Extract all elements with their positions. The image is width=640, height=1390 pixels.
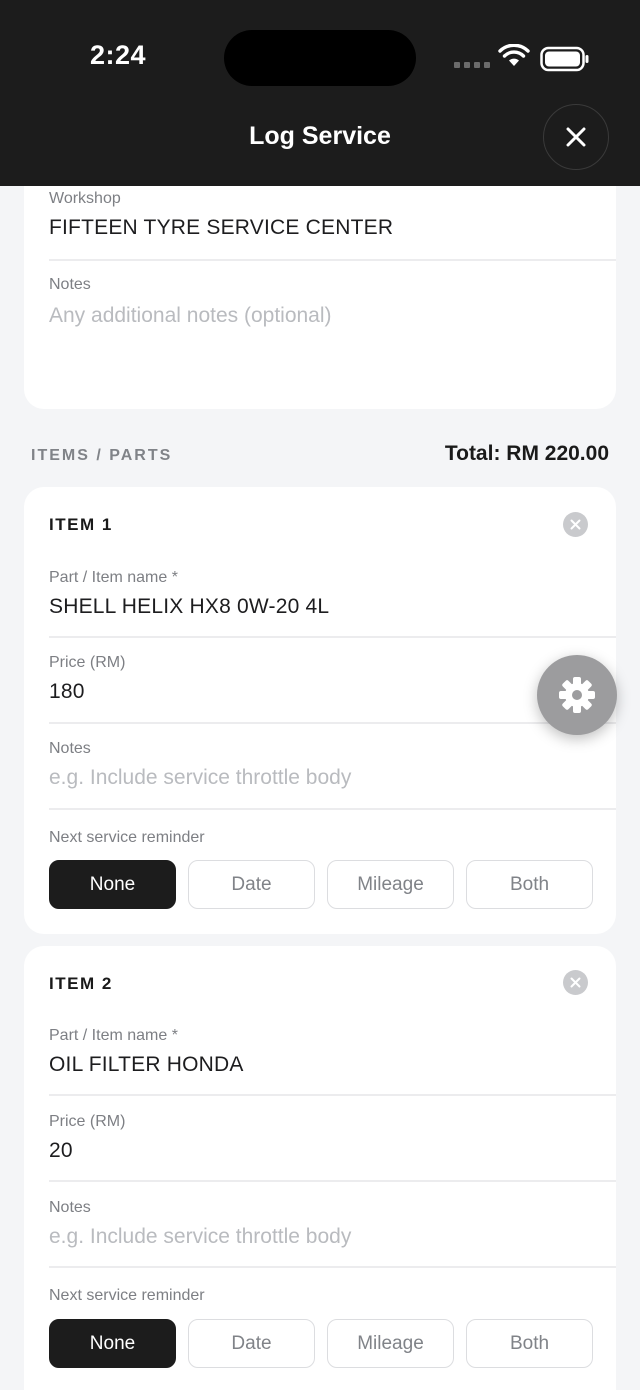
battery-icon — [540, 46, 589, 72]
divider — [49, 722, 616, 724]
notes-label: Notes — [49, 276, 91, 293]
reminder-option-mileage[interactable]: Mileage — [327, 1319, 454, 1368]
item-notes-label: Notes — [49, 740, 91, 757]
item-title: ITEM 2 — [49, 974, 113, 993]
items-total: Total: RM 220.00 — [444, 442, 609, 465]
price-label: Price (RM) — [49, 1113, 126, 1130]
item-notes-input[interactable]: e.g. Include service throttle body — [49, 766, 616, 790]
item-card: ITEM 2 Part / Item name * OIL FILTER HON… — [24, 946, 616, 1390]
wifi-icon — [498, 44, 530, 66]
item-notes-label: Notes — [49, 1199, 91, 1216]
close-button[interactable] — [543, 104, 609, 170]
notes-field[interactable]: Notes Any additional notes (optional) — [49, 276, 616, 328]
divider — [49, 636, 616, 638]
reminder-option-none[interactable]: None — [49, 1319, 176, 1368]
part-name-label: Part / Item name * — [49, 569, 178, 586]
status-time: 2:24 — [90, 40, 147, 70]
item-card: ITEM 1 Part / Item name * SHELL HELIX HX… — [24, 487, 616, 934]
close-circle-icon — [570, 977, 581, 988]
notes-input[interactable]: Any additional notes (optional) — [49, 304, 616, 328]
gear-icon — [559, 677, 595, 713]
item-title: ITEM 1 — [49, 515, 113, 534]
workshop-field[interactable]: Workshop FIFTEEN TYRE SERVICE CENTER — [49, 190, 616, 240]
reminder-segmented-control: None Date Mileage Both — [49, 1319, 593, 1368]
close-circle-icon — [570, 519, 581, 530]
price-field[interactable]: Price (RM) 180 — [49, 654, 616, 704]
divider — [49, 1180, 616, 1182]
items-section-label: ITEMS / PARTS — [31, 447, 173, 464]
part-name-input[interactable]: SHELL HELIX HX8 0W-20 4L — [49, 595, 616, 619]
remove-item-button[interactable] — [563, 970, 588, 995]
price-field[interactable]: Price (RM) 20 — [49, 1113, 616, 1163]
divider — [49, 1094, 616, 1096]
reminder-option-date[interactable]: Date — [188, 1319, 315, 1368]
reminder-option-both[interactable]: Both — [466, 1319, 593, 1368]
part-name-field[interactable]: Part / Item name * SHELL HELIX HX8 0W-20… — [49, 569, 616, 619]
price-input[interactable]: 20 — [49, 1139, 616, 1163]
reminder-label: Next service reminder — [49, 1287, 205, 1304]
reminder-option-mileage[interactable]: Mileage — [327, 860, 454, 909]
part-name-label: Part / Item name * — [49, 1027, 178, 1044]
price-label: Price (RM) — [49, 654, 126, 671]
reminder-option-both[interactable]: Both — [466, 860, 593, 909]
app-header: 2:24 Log Service — [0, 0, 640, 186]
divider — [49, 1266, 616, 1268]
close-icon — [566, 127, 586, 147]
item-notes-field[interactable]: Notes e.g. Include service throttle body — [49, 1199, 616, 1249]
item-notes-field[interactable]: Notes e.g. Include service throttle body — [49, 740, 616, 790]
divider — [49, 808, 616, 810]
reminder-field: Next service reminder — [49, 1287, 616, 1305]
workshop-input[interactable]: FIFTEEN TYRE SERVICE CENTER — [49, 216, 616, 240]
part-name-field[interactable]: Part / Item name * OIL FILTER HONDA — [49, 1027, 616, 1077]
reminder-option-date[interactable]: Date — [188, 860, 315, 909]
part-name-input[interactable]: OIL FILTER HONDA — [49, 1053, 616, 1077]
reminder-field: Next service reminder — [49, 829, 616, 847]
service-details-card: Workshop FIFTEEN TYRE SERVICE CENTER Not… — [24, 150, 616, 409]
reminder-segmented-control: None Date Mileage Both — [49, 860, 593, 909]
remove-item-button[interactable] — [563, 512, 588, 537]
item-notes-input[interactable]: e.g. Include service throttle body — [49, 1225, 616, 1249]
dynamic-island — [224, 30, 416, 86]
cellular-signal-icon — [454, 62, 490, 68]
workshop-label: Workshop — [49, 190, 121, 207]
divider — [49, 259, 616, 261]
reminder-label: Next service reminder — [49, 829, 205, 846]
price-input[interactable]: 180 — [49, 680, 616, 704]
reminder-option-none[interactable]: None — [49, 860, 176, 909]
settings-floating-button[interactable] — [537, 655, 617, 735]
